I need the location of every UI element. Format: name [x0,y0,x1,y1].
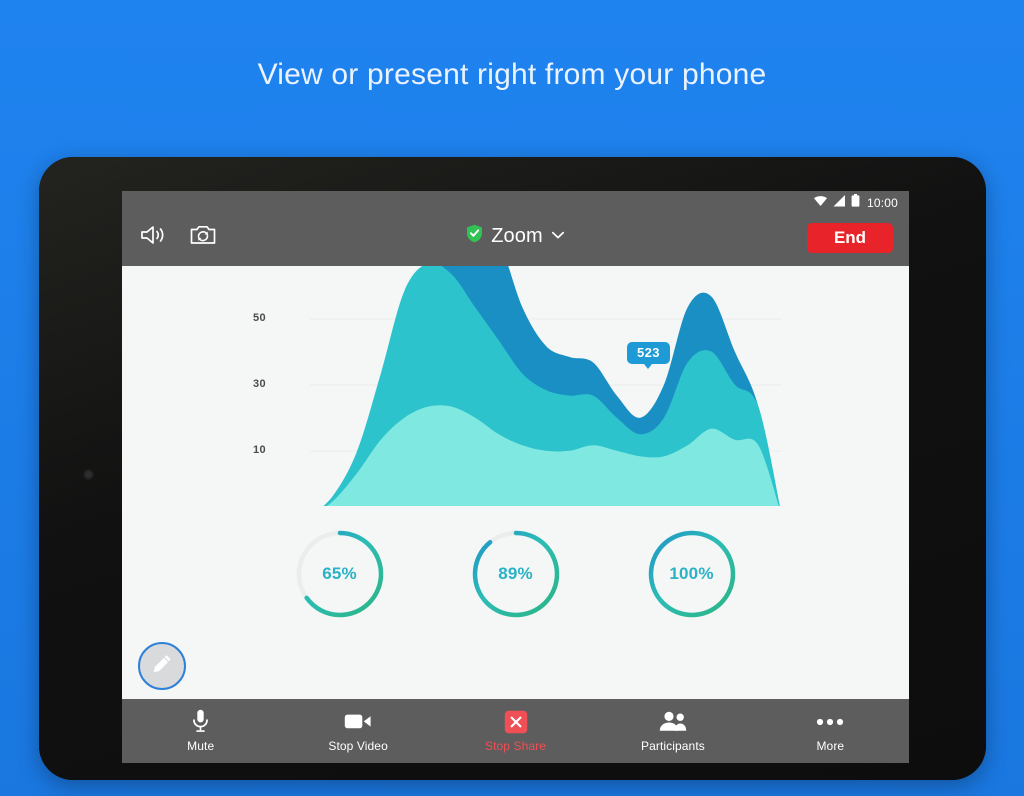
shared-content-area: 50 30 10 523 65% 89% 100% [122,266,909,699]
toolbar-item-stop-video[interactable]: Stop Video [279,699,436,763]
participants-icon [658,710,688,734]
page-title: View or present right from your phone [257,58,767,91]
gauge-89[interactable]: 89% [468,526,564,622]
microphone-icon [192,709,209,734]
toolbar-label-mute: Mute [187,738,215,753]
pencil-icon [150,652,174,681]
gauge-65[interactable]: 65% [292,526,388,622]
verified-shield-icon [466,224,483,248]
meeting-title-group[interactable]: Zoom [122,224,909,248]
toolbar-label-participants: Participants [640,738,705,753]
chart-tooltip: 523 [627,342,670,369]
status-bar: 10:00 [122,191,909,214]
gauge-100[interactable]: 100% [644,526,740,622]
gauge-89-label: 89% [498,564,533,583]
toolbar-item-more[interactable]: More [752,699,909,763]
chart-series-layers [323,266,780,506]
toolbar-label-more: More [816,738,845,753]
video-camera-icon [344,710,372,734]
chevron-down-icon[interactable] [551,227,565,245]
front-camera-icon [83,469,94,480]
promo-screenshot: View or present right from your phone 10… [0,0,1024,796]
meeting-bottom-toolbar: Mute Stop Video Stop Share Participants … [122,699,909,763]
meeting-title: Zoom [491,224,543,247]
more-dots-icon [816,710,844,734]
toolbar-label-stop-video: Stop Video [328,738,388,753]
gauge-100-label: 100% [669,564,714,583]
toolbar-item-stop-share[interactable]: Stop Share [437,699,594,763]
stop-share-icon [504,710,528,734]
gauge-row: 65% 89% 100% [122,514,909,634]
meeting-top-bar: Zoom End [122,214,909,266]
tablet-device-frame: 10:00 Zoom End 50 30 10 523 65% 89% 100%… [39,157,986,780]
gauge-65-label: 65% [322,564,357,583]
battery-icon [851,193,860,212]
wifi-icon [813,194,828,212]
toolbar-item-participants[interactable]: Participants [594,699,751,763]
status-bar-time: 10:00 [866,195,898,210]
cellular-signal-icon [833,194,846,212]
toolbar-label-stop-share: Stop Share [484,738,547,753]
end-meeting-button[interactable]: End [807,223,893,253]
annotate-button[interactable] [138,642,186,690]
toolbar-item-mute[interactable]: Mute [122,699,279,763]
tablet-screen: 10:00 Zoom End 50 30 10 523 65% 89% 100%… [122,191,909,763]
area-chart: 50 30 10 523 [122,266,909,506]
